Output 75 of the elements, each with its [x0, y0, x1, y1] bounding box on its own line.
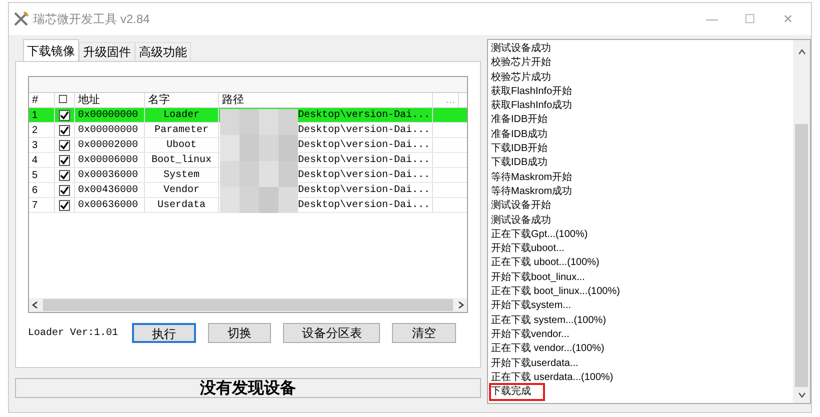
checkbox[interactable]	[59, 124, 70, 136]
tab[interactable]: 高级功能	[135, 42, 191, 61]
log-line: 测试设备成功	[491, 42, 551, 56]
log-line: 下载IDB成功	[491, 156, 548, 170]
log-line: 正在下载 vendor...(100%)	[491, 342, 604, 356]
horizontal-scrollbar[interactable]	[29, 298, 467, 312]
log-line: 开始下载uboot...	[491, 242, 564, 256]
action-button[interactable]: 设备分区表	[283, 323, 380, 343]
action-button[interactable]: 切换	[208, 323, 272, 343]
log-line: 正在下载Gpt...(100%)	[491, 228, 588, 242]
checkbox[interactable]	[59, 140, 70, 150]
scroll-right-icon[interactable]	[457, 301, 465, 309]
log-line: 测试设备成功	[491, 214, 551, 228]
vertical-scrollbar[interactable]	[793, 40, 810, 403]
row-number: 2	[29, 123, 55, 137]
tab[interactable]: 下载镜像	[23, 39, 79, 61]
action-button[interactable]: 清空	[392, 323, 456, 343]
table-cell: 0x00000000	[75, 123, 145, 137]
log-line: 校验芯片成功	[491, 70, 551, 85]
log-line: 正在下载 boot_linux...(100%)	[491, 285, 620, 300]
log-line: 开始下载vendor...	[491, 328, 570, 342]
row-number: 1	[29, 108, 55, 122]
log-line: 开始下载system...	[491, 299, 572, 314]
table-cell: Vendor	[145, 183, 219, 197]
table-cell: 0x00036000	[75, 168, 145, 182]
log-line: 测试设备开始	[491, 199, 551, 214]
column-header[interactable]: 地址	[75, 93, 145, 107]
column-header[interactable]: #	[29, 93, 55, 107]
column-header[interactable]: 路径	[219, 93, 433, 107]
table-cell: Loader	[145, 108, 219, 122]
row-number: 4	[29, 153, 55, 167]
log-line: 开始下载userdata...	[491, 356, 578, 371]
table-cell: 0x00002000	[75, 138, 145, 152]
checkbox[interactable]	[59, 184, 70, 196]
log-line: 开始下载boot_linux...	[491, 270, 585, 285]
table-cell: System	[145, 168, 219, 182]
row-number: 3	[29, 138, 55, 152]
table-cell: 0x00436000	[75, 183, 145, 197]
action-button[interactable]: 执行	[132, 323, 196, 343]
table-cell: Boot_linux	[145, 153, 219, 167]
window-title: 瑞芯微开发工具 v2.84	[33, 11, 150, 28]
log-line: 获取FlashInfo开始	[491, 84, 572, 99]
status-text: 没有发现设备	[200, 377, 296, 399]
log-line: 正在下载 uboot...(100%)	[491, 256, 600, 270]
log-line: 正在下载 system...(100%)	[491, 314, 606, 328]
log-line: 校验芯片开始	[491, 56, 551, 70]
log-line: 等待Maskrom成功	[491, 184, 572, 199]
log-line: 获取FlashInfo成功	[491, 99, 572, 114]
tools-icon	[13, 11, 29, 27]
table-cell: 0x00006000	[75, 153, 145, 167]
row-number: 7	[29, 198, 55, 212]
table-cell: Parameter	[145, 123, 219, 137]
log-line: 等待Maskrom开始	[491, 170, 572, 185]
loader-version: Loader Ver:1.01	[28, 326, 120, 340]
column-header[interactable]: ☐	[55, 93, 75, 107]
row-number: 6	[29, 183, 55, 197]
checkbox[interactable]	[59, 154, 70, 166]
scroll-down-icon[interactable]	[798, 391, 806, 399]
log-line: 准备IDB成功	[491, 128, 548, 142]
row-number: 5	[29, 168, 55, 182]
scroll-left-icon[interactable]	[31, 301, 39, 309]
log-line: 下载完成	[491, 385, 543, 400]
column-header[interactable]: 名字	[145, 93, 219, 107]
table-cell: 0x00636000	[75, 198, 145, 212]
log-line: 下载IDB开始	[491, 142, 548, 156]
table-cell: 0x00000000	[75, 108, 145, 122]
table-cell: Uboot	[145, 138, 219, 152]
checkbox[interactable]	[59, 170, 70, 180]
scroll-up-icon[interactable]	[798, 48, 806, 56]
tab[interactable]: 升级固件	[79, 42, 135, 61]
table-cell: Userdata	[145, 198, 219, 212]
checkbox[interactable]	[59, 200, 70, 210]
checkbox[interactable]	[59, 110, 70, 120]
log-line: 准备IDB开始	[491, 113, 548, 128]
log-line: 正在下载 userdata...(100%)	[491, 370, 614, 385]
